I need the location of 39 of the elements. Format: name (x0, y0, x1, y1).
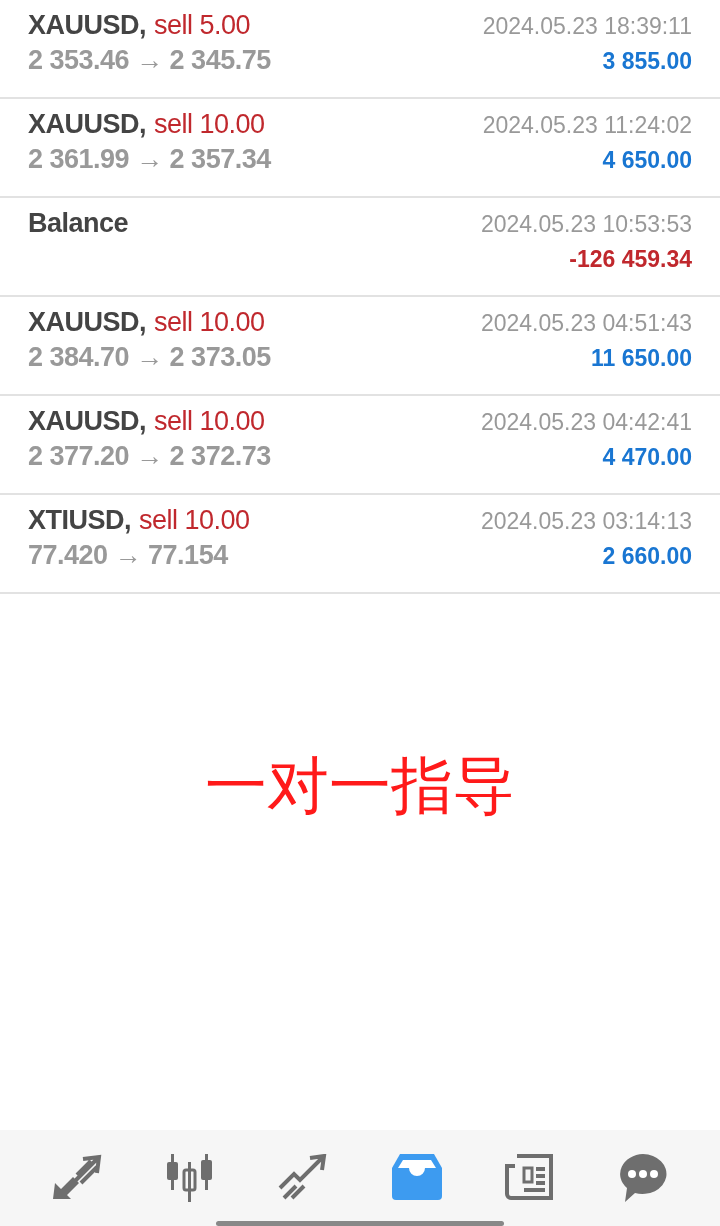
deal-prices: 2 384.70 → 2 373.05 (28, 342, 271, 373)
deal-prices: 2 353.46 → 2 345.75 (28, 45, 271, 76)
deal-row[interactable]: XAUUSD, sell 10.00 2 361.99 → 2 357.34 2024.05.23 11:24:02 4 650.00 (0, 99, 720, 198)
symbol: XAUUSD, (28, 10, 146, 41)
deal-time: 2024.05.23 10:53:53 (480, 210, 692, 238)
deal-action: sell 10.00 (154, 109, 265, 140)
symbol: XTIUSD, (28, 505, 131, 536)
deal-result: 2 660.00 (602, 542, 692, 570)
deal-result: 4 650.00 (602, 146, 692, 174)
deal-row[interactable]: XAUUSD, sell 10.00 2 377.20 → 2 372.73 2024.05.23 04:42:41 4 470.00 (0, 396, 720, 495)
overlay-caption: 一对一指导 (205, 750, 515, 822)
deal-action: sell 10.00 (139, 505, 250, 536)
symbol: XAUUSD, (28, 307, 146, 338)
deal-type: Balance (28, 208, 129, 239)
deal-time: 2024.05.23 11:24:02 (482, 111, 692, 139)
deal-action: sell 5.00 (154, 10, 251, 41)
symbol: XAUUSD, (28, 109, 146, 140)
deal-result: -126 459.34 (569, 245, 692, 273)
deal-time: 2024.05.23 04:51:43 (480, 309, 692, 337)
deal-time: 2024.05.23 18:39:11 (482, 12, 692, 40)
deal-result: 4 470.00 (602, 443, 692, 471)
deal-prices: 2 361.99 → 2 357.34 (28, 144, 271, 175)
newspaper-icon (504, 1152, 555, 1202)
symbol: XAUUSD, (28, 406, 146, 437)
deal-row[interactable]: XAUUSD, sell 5.00 2 353.46 → 2 345.75 2024.05.23 18:39:11 3 855.00 (0, 0, 720, 99)
deal-row[interactable]: Balance 2024.05.23 10:53:53 -126 459.34 (0, 198, 720, 297)
deal-prices: 2 377.20 → 2 372.73 (28, 441, 271, 472)
deal-row[interactable]: XTIUSD, sell 10.00 77.420 → 77.154 2024.05.23 03:14:13 2 660.00 (0, 495, 720, 594)
deal-time: 2024.05.23 04:42:41 (480, 408, 692, 436)
deal-action: sell 10.00 (154, 307, 265, 338)
deal-result: 11 650.00 (590, 344, 692, 372)
deal-action: sell 10.00 (154, 406, 265, 437)
deal-prices: 77.420 → 77.154 (28, 540, 228, 571)
deal-row[interactable]: XAUUSD, sell 10.00 2 384.70 → 2 373.05 2024.05.23 04:51:43 11 650.00 (0, 297, 720, 396)
arrows-icon (50, 1153, 103, 1201)
deal-time: 2024.05.23 03:14:13 (480, 507, 692, 535)
inbox-icon (391, 1154, 442, 1200)
trend-chart-icon (278, 1154, 329, 1200)
deal-result: 3 855.00 (602, 47, 692, 75)
